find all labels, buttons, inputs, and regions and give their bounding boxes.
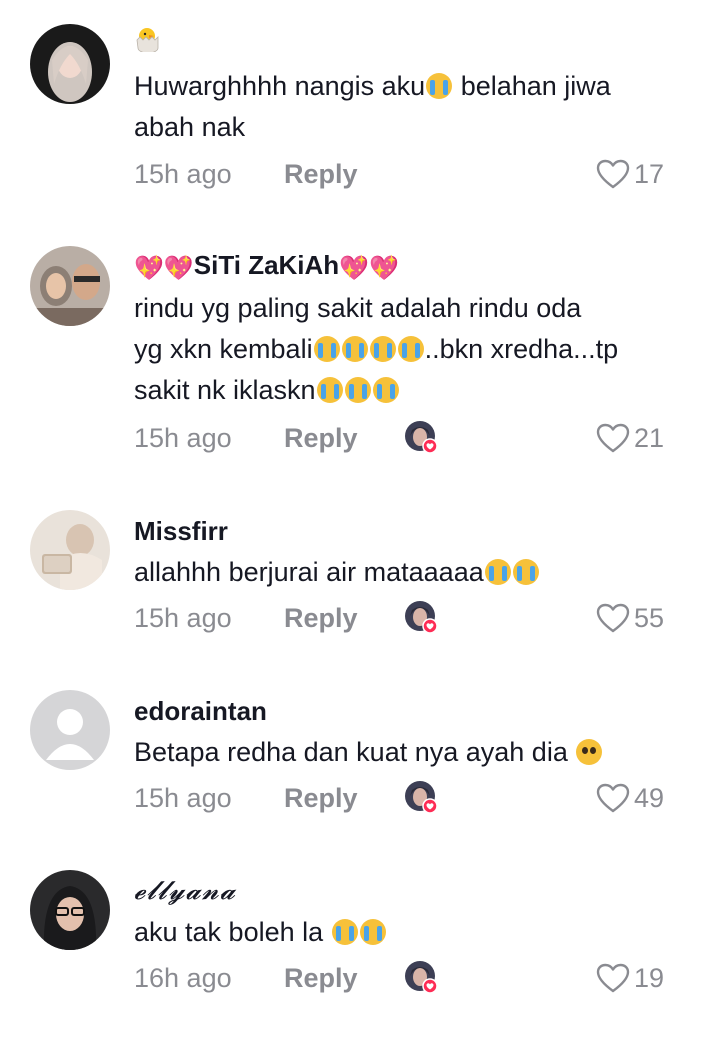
sparkling-heart-icon: 💖💖 (134, 255, 194, 282)
loudly-crying-face-icon (397, 336, 424, 362)
comment-meta: 16h ago Reply 19 (134, 958, 664, 998)
reply-button[interactable]: Reply (284, 598, 358, 638)
reply-button[interactable]: Reply (284, 154, 358, 194)
comment-text: Betapa redha dan kuat nya ayah dia (134, 732, 674, 773)
reply-button[interactable]: Reply (284, 778, 358, 818)
default-avatar-icon[interactable] (30, 690, 110, 770)
heart-outline-icon (596, 423, 630, 453)
creator-liked-avatar-icon (404, 780, 438, 814)
heart-outline-icon (596, 603, 630, 633)
pleading-face-icon (576, 739, 603, 765)
avatar[interactable] (30, 246, 110, 326)
like-count: 17 (633, 159, 664, 189)
username[interactable]: edoraintan (134, 694, 267, 728)
username[interactable]: Missfirr (134, 514, 228, 548)
like-button[interactable]: 49 (596, 778, 664, 818)
comment-time: 15h ago (134, 783, 232, 813)
like-button[interactable]: 17 (596, 154, 664, 194)
avatar[interactable] (30, 24, 110, 104)
comment-text: allahhh berjurai air mataaaaa (134, 552, 674, 593)
loudly-crying-face-icon (512, 559, 539, 585)
comment-meta: 15h ago Reply 49 (134, 778, 664, 818)
loudly-crying-face-icon (331, 919, 358, 945)
creator-liked-avatar-icon (404, 960, 438, 994)
like-button[interactable]: 55 (596, 598, 664, 638)
comment-meta: 15h ago Reply 21 (134, 418, 664, 458)
loudly-crying-face-icon (341, 336, 368, 362)
avatar[interactable] (30, 870, 110, 950)
sparkling-heart-icon: 💖💖 (339, 255, 399, 282)
username[interactable]: 𝓮𝓵𝓵𝔂𝓪𝓷𝓪 (134, 874, 236, 908)
loudly-crying-face-icon (313, 336, 340, 362)
comment-text: aku tak boleh la (134, 912, 674, 953)
loudly-crying-face-icon (484, 559, 511, 585)
hatching-chick-icon (134, 26, 160, 54)
comment-time: 15h ago (134, 159, 232, 189)
loudly-crying-face-icon (344, 377, 371, 403)
heart-outline-icon (596, 783, 630, 813)
heart-outline-icon (596, 159, 630, 189)
like-count: 49 (633, 783, 664, 813)
loudly-crying-face-icon (426, 73, 453, 99)
like-count: 55 (633, 603, 664, 633)
like-count: 21 (633, 423, 664, 453)
heart-outline-icon (596, 963, 630, 993)
creator-liked-avatar-icon (404, 600, 438, 634)
like-button[interactable]: 21 (596, 418, 664, 458)
comment-time: 15h ago (134, 603, 232, 633)
like-button[interactable]: 19 (596, 958, 664, 998)
comment-text: Huwarghhhh nangis aku belahan jiwa abah … (134, 71, 611, 142)
comment-time: 15h ago (134, 423, 232, 453)
comment-text: rindu yg paling sakit adalah rindu oda y… (134, 293, 619, 405)
comment-meta: 15h ago Reply 17 (134, 154, 664, 194)
username[interactable]: 💖💖SiTi ZaKiAh💖💖 (134, 248, 399, 286)
reply-button[interactable]: Reply (284, 958, 358, 998)
comment-meta: 15h ago Reply 55 (134, 598, 664, 638)
like-count: 19 (633, 963, 664, 993)
creator-liked-avatar-icon (404, 420, 438, 454)
loudly-crying-face-icon (359, 919, 386, 945)
loudly-crying-face-icon (316, 377, 343, 403)
username[interactable] (134, 26, 160, 60)
avatar[interactable] (30, 510, 110, 590)
loudly-crying-face-icon (369, 336, 396, 362)
comment-time: 16h ago (134, 963, 232, 993)
reply-button[interactable]: Reply (284, 418, 358, 458)
loudly-crying-face-icon (372, 377, 399, 403)
